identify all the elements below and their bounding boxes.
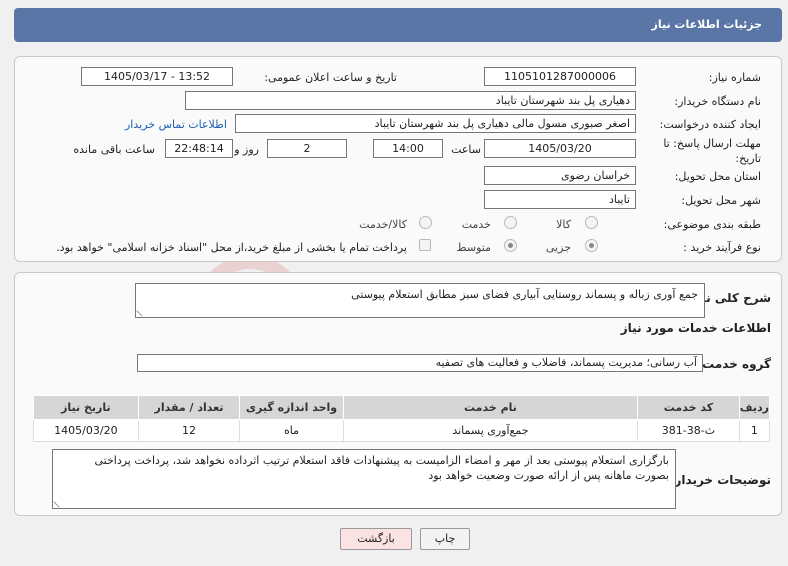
remaining-time-field: 22:48:14 [165,139,233,158]
category-goods-service-label: کالا/خدمت [359,218,407,231]
cell-need-date: 1405/03/20 [33,419,139,442]
purchase-medium-radio[interactable] [504,239,517,252]
deadline-date-field: 1405/03/20 [484,139,636,158]
cell-row-number: 1 [738,419,771,442]
purchase-minor-label: جزیی [545,241,571,254]
col-unit: واحد اندازه گیری [239,395,344,420]
resize-handle-icon[interactable] [53,496,65,508]
category-service-label: خدمت [461,218,491,231]
page-title: جزئیات اطلاعات نیاز [651,18,763,31]
category-service-radio[interactable] [504,216,517,229]
cell-quantity: 12 [137,419,241,442]
province-field: خراسان رضوی [484,166,636,185]
buyer-notes-text: بارگزاری استعلام پیوستی بعد از مهر و امض… [94,454,669,482]
service-details-panel: شرح کلی نیاز: جمع آوری زباله و پسماند رو… [14,272,782,516]
remaining-label: ساعت باقی مانده [73,143,155,156]
buyer-label: نام دستگاه خریدار: [674,95,761,108]
service-group-label: گروه خدمت: [697,357,771,371]
col-service-name: نام خدمت [342,395,639,420]
buyer-notes-textarea[interactable]: بارگزاری استعلام پیوستی بعد از مهر و امض… [52,449,676,509]
category-goods-service-radio[interactable] [419,216,432,229]
city-field: تایباد [484,190,636,209]
time-label: ساعت [451,143,481,156]
buyer-field: دهیاری پل بند شهرستان تایباد [185,91,636,110]
need-info-panel: شماره نیاز: 1105101287000006 تاریخ و ساع… [14,56,782,262]
cell-service-code: ث-38-381 [637,419,740,442]
print-button[interactable]: چاپ [420,528,470,550]
creator-field: اصغر صبوری مسول مالی دهیاری پل بند شهرست… [235,114,636,133]
page-header: جزئیات اطلاعات نیاز [14,8,782,42]
province-label: استان محل تحویل: [674,170,761,183]
col-row-number: ردیف [738,395,771,420]
service-group-field: آب رسانی؛ مدیریت پسماند، فاضلاب و فعالیت… [137,354,703,372]
city-label: شهر محل تحویل: [681,194,761,207]
announce-datetime-field: 1405/03/17 - 13:52 [81,67,233,86]
days-label: روز و [234,143,259,156]
back-button[interactable]: بازگشت [340,528,412,550]
cell-service-name: جمع‌آوری پسماند [342,419,639,442]
purchase-minor-radio[interactable] [585,239,598,252]
summary-textarea[interactable]: جمع آوری زباله و پسماند روستایی آبیاری ف… [135,283,705,318]
deadline-time-field: 14:00 [373,139,443,158]
treasury-payment-checkbox[interactable] [419,239,431,251]
category-goods-label: کالا [556,218,571,231]
col-need-date: تاریخ نیاز [33,395,139,420]
deadline-label-2: تاریخ: [735,152,761,165]
purchase-type-label: نوع فرآیند خرید : [683,241,761,254]
announce-label: تاریخ و ساعت اعلان عمومی: [264,71,397,84]
services-section-title: اطلاعات خدمات مورد نیاز [620,321,771,335]
days-field: 2 [267,139,347,158]
services-table: ردیف کد خدمت نام خدمت واحد اندازه گیری ت… [33,395,771,442]
table-header-row: ردیف کد خدمت نام خدمت واحد اندازه گیری ت… [33,395,771,420]
creator-label: ایجاد کننده درخواست: [659,118,761,131]
cell-unit: ماه [239,419,344,442]
need-number-field: 1105101287000006 [484,67,636,86]
col-quantity: تعداد / مقدار [137,395,241,420]
deadline-label-1: مهلت ارسال پاسخ: تا [663,137,761,150]
summary-text: جمع آوری زباله و پسماند روستایی آبیاری ف… [351,288,698,301]
category-label: طبقه بندی موضوعی: [663,218,761,231]
purchase-medium-label: متوسط [456,241,491,254]
buyer-contact-link[interactable]: اطلاعات تماس خریدار [125,118,227,131]
category-goods-radio[interactable] [585,216,598,229]
treasury-payment-note: پرداخت تمام یا بخشی از مبلغ خرید،از محل … [56,241,407,254]
need-number-label: شماره نیاز: [708,71,761,84]
col-service-code: کد خدمت [637,395,740,420]
resize-handle-icon[interactable] [136,305,148,317]
table-row: 1 ث-38-381 جمع‌آوری پسماند ماه 12 1405/0… [33,419,771,442]
buyer-notes-label: توضیحات خریدار: [669,473,771,487]
